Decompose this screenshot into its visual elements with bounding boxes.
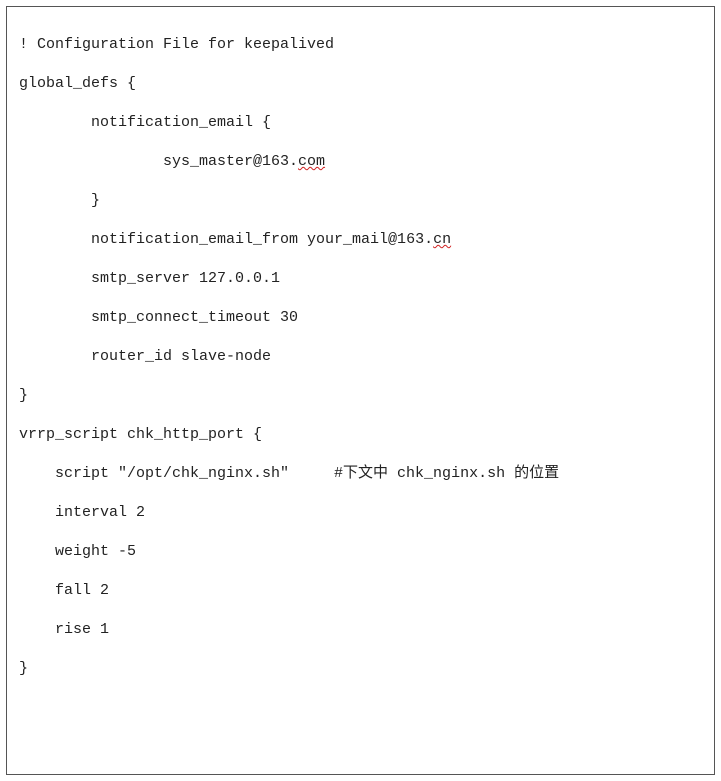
- config-code-block: ! Configuration File for keepalivedgloba…: [6, 6, 715, 775]
- code-line: }: [19, 376, 702, 415]
- code-line: interval 2: [19, 493, 702, 532]
- code-text: sys_master@163.: [19, 153, 298, 170]
- code-line: fall 2: [19, 571, 702, 610]
- code-line: global_defs {: [19, 64, 702, 103]
- spellcheck-underline: cn: [433, 231, 451, 248]
- code-line: }: [19, 181, 702, 220]
- code-line: rise 1: [19, 610, 702, 649]
- code-line: vrrp_script chk_http_port {: [19, 415, 702, 454]
- code-line: sys_master@163.com: [19, 142, 702, 181]
- code-text: notification_email_from your_mail@163.: [19, 231, 433, 248]
- code-line: notification_email {: [19, 103, 702, 142]
- code-line: smtp_connect_timeout 30: [19, 298, 702, 337]
- page: ! Configuration File for keepalivedgloba…: [0, 0, 721, 781]
- code-line: router_id slave-node: [19, 337, 702, 376]
- code-line: script "/opt/chk_nginx.sh" #下文中 chk_ngin…: [19, 454, 702, 493]
- code-line: }: [19, 649, 702, 688]
- spellcheck-underline: com: [298, 153, 325, 170]
- code-line: weight -5: [19, 532, 702, 571]
- code-line: smtp_server 127.0.0.1: [19, 259, 702, 298]
- code-line: ! Configuration File for keepalived: [19, 25, 702, 64]
- code-line: notification_email_from your_mail@163.cn: [19, 220, 702, 259]
